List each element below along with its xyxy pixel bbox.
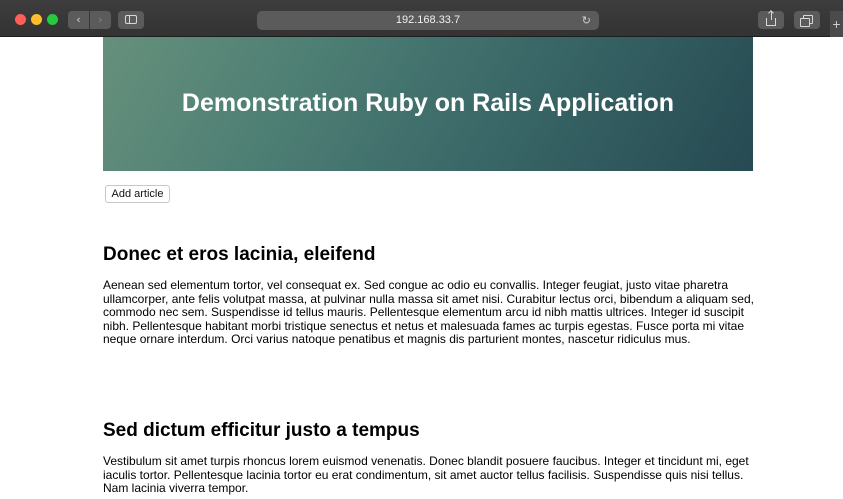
chevron-right-icon: ›: [98, 13, 103, 26]
plus-icon: +: [832, 16, 841, 32]
sidebar-icon: [125, 15, 137, 24]
article: Sed dictum efficitur justo a tempus Vest…: [103, 420, 758, 496]
article-title: Sed dictum efficitur justo a tempus: [103, 420, 420, 441]
share-icon: [766, 11, 776, 26]
share-button[interactable]: [758, 11, 784, 29]
address-bar-url: 192.168.33.7: [395, 14, 461, 26]
article-body: Vestibulum sit amet turpis rhoncus lorem…: [103, 454, 749, 495]
add-article-button[interactable]: Add article: [105, 185, 170, 203]
forward-button[interactable]: ›: [90, 11, 111, 29]
reload-icon[interactable]: ↻: [582, 11, 591, 30]
back-button[interactable]: ‹: [68, 11, 89, 29]
article: Donec et eros lacinia, eleifend Aenean s…: [103, 244, 758, 347]
address-bar[interactable]: 192.168.33.7 ↻: [257, 11, 599, 30]
new-tab-button[interactable]: +: [830, 11, 843, 37]
tab-overview-button[interactable]: [794, 11, 820, 29]
minimize-window-button[interactable]: [31, 14, 42, 25]
sidebar-toggle-button[interactable]: [118, 11, 144, 29]
page-title: Demonstration Ruby on Rails Application: [181, 89, 675, 117]
chevron-left-icon: ‹: [76, 13, 81, 26]
zoom-window-button[interactable]: [47, 14, 58, 25]
tabs-icon: [800, 15, 813, 27]
close-window-button[interactable]: [15, 14, 26, 25]
article-body: Aenean sed elementum tortor, vel consequ…: [103, 278, 754, 346]
article-title: Donec et eros lacinia, eleifend: [103, 244, 376, 265]
browser-toolbar: ‹ › 192.168.33.7 ↻ +: [0, 0, 843, 37]
hero-banner: Demonstration Ruby on Rails Application: [103, 37, 753, 171]
